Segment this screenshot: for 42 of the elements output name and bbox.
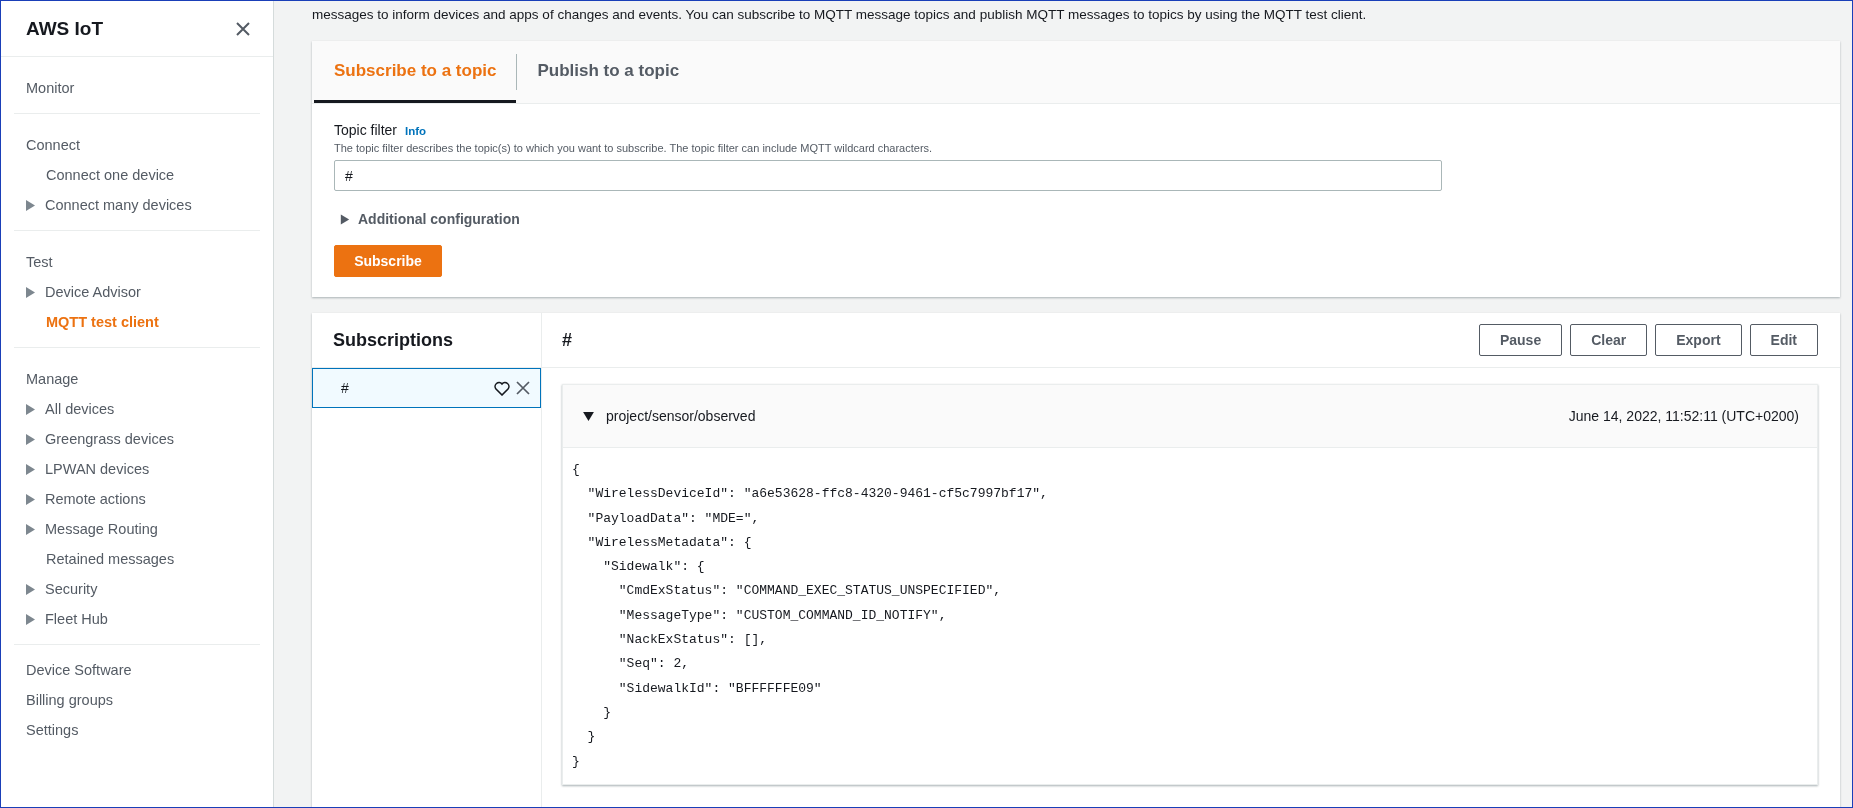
nav-item[interactable]: LPWAN devices xyxy=(45,461,150,477)
nav-item[interactable]: Device Software xyxy=(26,662,132,678)
nav-item[interactable]: Fleet Hub xyxy=(45,611,108,627)
nav-item[interactable]: Connect one device xyxy=(46,167,175,183)
heart-icon[interactable] xyxy=(494,380,510,396)
nav-item[interactable]: Security xyxy=(45,581,98,597)
toolbar-button[interactable]: Edit xyxy=(1749,324,1818,356)
nav-item[interactable]: Billing groups xyxy=(26,692,114,708)
message-topic[interactable]: project/sensor/observed xyxy=(606,408,1557,424)
sidebar-title: AWS IoT xyxy=(26,17,104,40)
panel-heading: # xyxy=(562,329,572,351)
intro-text: messages to inform devices and apps of changes and events. You can subscribe to MQTT message topics and publish MQTT messages to topics by using the MQTT test client. xyxy=(312,6,1368,24)
caret-icon[interactable] xyxy=(340,213,350,225)
nav-item[interactable]: Device Advisor xyxy=(45,284,141,300)
nav-item[interactable]: Remote actions xyxy=(45,491,146,507)
info-link[interactable]: Info xyxy=(405,125,427,137)
caret-icon[interactable] xyxy=(583,411,594,421)
nav-item[interactable]: Connect many devices xyxy=(45,197,192,213)
nav-item[interactable]: Greengrass devices xyxy=(45,431,174,447)
toolbar-button[interactable]: Clear xyxy=(1570,324,1648,356)
field-label: Topic filter xyxy=(334,122,398,138)
close-icon[interactable] xyxy=(235,20,251,37)
nav-item[interactable]: All devices xyxy=(45,401,115,417)
panel-heading: Subscriptions xyxy=(333,329,453,351)
message-timestamp: June 14, 2022, 11:52:11 (UTC+0200) xyxy=(1568,408,1799,424)
nav-item[interactable]: Message Routing xyxy=(45,521,158,537)
close-icon[interactable] xyxy=(516,381,530,395)
topic-filter-input[interactable]: # xyxy=(334,160,1442,191)
tab[interactable]: Publish to a topic xyxy=(517,41,700,103)
message-payload: { "WirelessDeviceId": "a6e53628-ffc8-4320-9461-cf5c7997bf17", "PayloadData": "MDE=", "WirelessMetadata": { "Sidewalk": { "CmdExStatus": "COMMAND_EXEC_STATUS_UNSPECIFIED", "MessageType": "CUSTOM_COMMAND_ID_NOTIFY", "NackExStatus": [], "Seq": 2, "SidewalkId": "BFFFFFFE09" } } } xyxy=(571,461,1049,771)
nav-item[interactable]: Monitor xyxy=(26,80,75,96)
nav-item[interactable]: Manage xyxy=(26,371,79,387)
nav-item[interactable]: Settings xyxy=(26,722,79,738)
nav-item[interactable]: Test xyxy=(26,254,53,270)
toolbar-button[interactable]: Export xyxy=(1655,324,1742,356)
subscription-topic: # xyxy=(341,380,350,396)
nav-item[interactable]: Retained messages xyxy=(46,551,175,567)
field-description: The topic filter describes the topic(s) to which you want to subscribe. The topic filter can include MQTT wildcard characters. xyxy=(334,142,934,154)
expander-label[interactable]: Additional configuration xyxy=(358,211,520,227)
nav-item[interactable]: Connect xyxy=(26,137,80,153)
toolbar-button[interactable]: Pause xyxy=(1478,324,1563,356)
subscription-item[interactable]: # xyxy=(312,368,541,408)
